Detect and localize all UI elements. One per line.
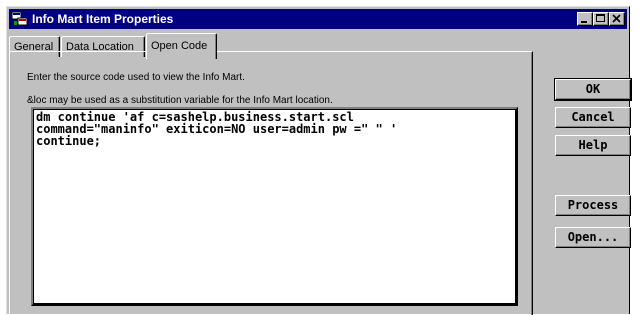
code-line: command="maninfo" exiticon=NO user=admin… bbox=[36, 122, 398, 136]
title-bar[interactable]: Info Mart Item Properties bbox=[9, 9, 627, 29]
maximize-icon[interactable] bbox=[593, 12, 609, 26]
ok-button[interactable]: OK bbox=[554, 78, 632, 101]
minimize-icon[interactable] bbox=[577, 12, 593, 26]
source-code-editor[interactable]: dm continue 'af c=sashelp.business.start… bbox=[31, 107, 518, 306]
window-title: Info Mart Item Properties bbox=[32, 12, 174, 26]
tab-open-code[interactable]: Open Code bbox=[146, 33, 217, 59]
sas-app-icon bbox=[11, 11, 28, 26]
cancel-button[interactable]: Cancel bbox=[555, 107, 631, 128]
close-icon[interactable] bbox=[609, 12, 625, 26]
help-button[interactable]: Help bbox=[555, 135, 631, 156]
process-button[interactable]: Process bbox=[555, 195, 631, 216]
code-line: continue; bbox=[36, 134, 102, 148]
open-button[interactable]: Open... bbox=[555, 227, 631, 248]
